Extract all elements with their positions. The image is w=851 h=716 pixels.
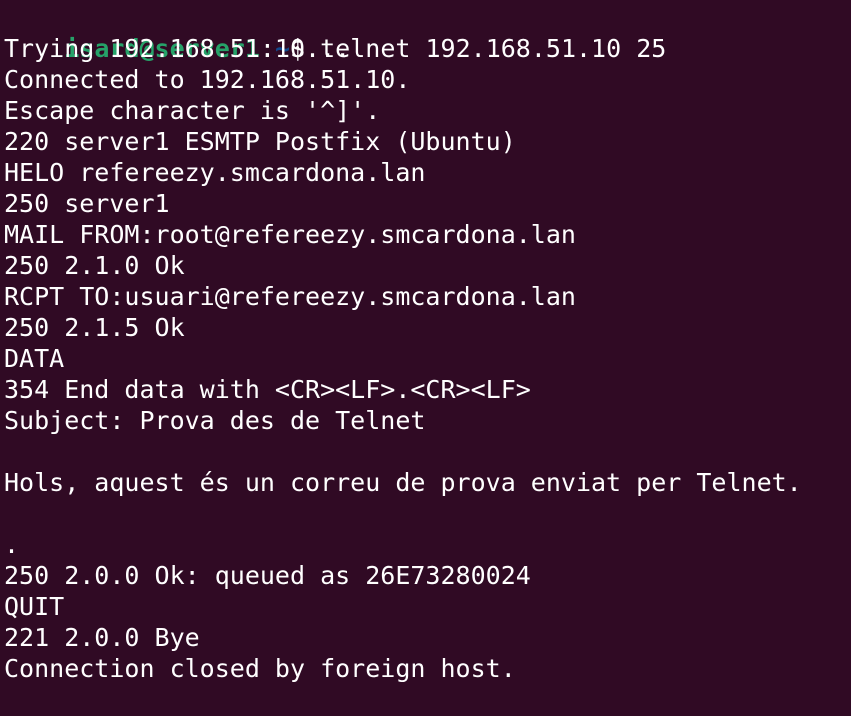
command-line: isard@server1:~$ telnet 192.168.51.10 25	[4, 2, 851, 63]
output-line: RCPT TO:usuari@refereezy.smcardona.lan	[4, 282, 576, 311]
output-line: 250 server1	[4, 189, 170, 218]
output-line: Connected to 192.168.51.10.	[4, 65, 411, 94]
output-line: Connection closed by foreign host.	[4, 654, 516, 683]
active-prompt-line[interactable]: isard@server1:~$	[4, 684, 851, 715]
output-line-blank	[4, 498, 851, 529]
output-line-blank	[4, 436, 851, 467]
output-line: Escape character is '^]'.	[4, 96, 381, 125]
output-line: MAIL FROM:root@refereezy.smcardona.lan	[4, 220, 576, 249]
output-line: 250 2.1.5 Ok	[4, 313, 185, 342]
output-line: Subject: Prova des de Telnet	[4, 406, 426, 435]
output-line: 220 server1 ESMTP Postfix (Ubuntu)	[4, 127, 516, 156]
output-line: Hols, aquest és un correu de prova envia…	[4, 468, 802, 497]
output-line: DATA	[4, 344, 65, 373]
command-text: telnet 192.168.51.10 25	[320, 34, 667, 63]
output-line: QUIT	[4, 592, 65, 621]
output-line: 354 End data with <CR><LF>.<CR><LF>	[4, 375, 531, 404]
output-line: .	[4, 530, 20, 559]
output-line: 250 2.0.0 Ok: queued as 26E73280024	[4, 561, 531, 590]
output-line: 250 2.1.0 Ok	[4, 251, 185, 280]
output-line: 221 2.0.0 Bye	[4, 623, 200, 652]
output-line: HELO refereezy.smcardona.lan	[4, 158, 426, 187]
output-block: Trying 192.168.51.10... Connected to 192…	[4, 33, 851, 684]
terminal-window[interactable]: isard@server1:~$ telnet 192.168.51.10 25…	[0, 0, 851, 716]
